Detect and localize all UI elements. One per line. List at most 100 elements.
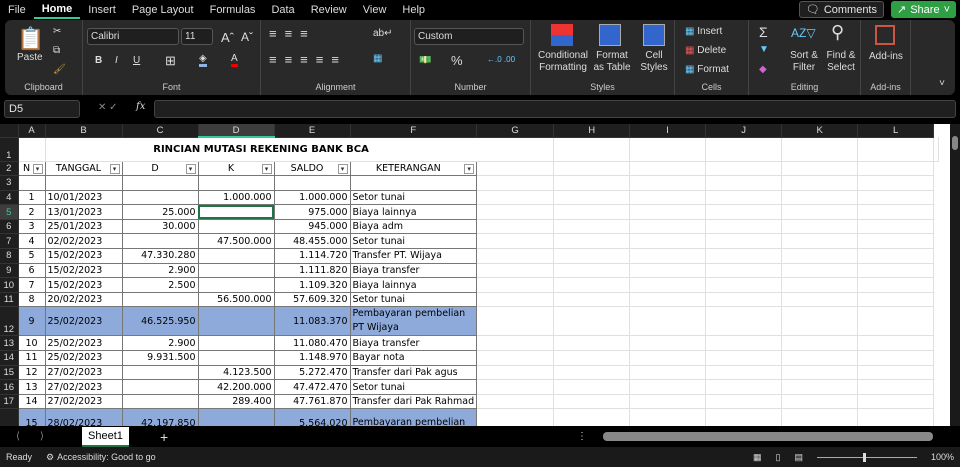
format-table-icon[interactable] bbox=[599, 24, 621, 46]
table-cell[interactable]: 13 bbox=[17, 379, 46, 395]
table-cell[interactable] bbox=[17, 175, 46, 191]
table-cell[interactable]: 14 bbox=[17, 393, 46, 410]
decrease-font-icon[interactable]: Aˇ bbox=[241, 30, 253, 44]
cell-styles-button[interactable]: Cell Styles bbox=[637, 50, 671, 74]
filter-dropdown-icon[interactable]: ▾ bbox=[261, 163, 272, 174]
menu-view[interactable]: View bbox=[355, 4, 395, 16]
table-cell[interactable]: 4.123.500 bbox=[197, 364, 275, 381]
column-header-B[interactable]: B bbox=[45, 124, 123, 138]
table-cell[interactable]: Transfer dari Pak agus bbox=[349, 364, 478, 381]
table-cell[interactable]: Pembayaran pembelian bbox=[349, 408, 478, 426]
row-header[interactable]: 12 bbox=[0, 306, 19, 337]
table-cell[interactable] bbox=[349, 175, 478, 191]
row-header[interactable]: 7 bbox=[0, 233, 19, 250]
addins-icon[interactable] bbox=[875, 25, 895, 45]
name-box[interactable]: D5 bbox=[4, 100, 80, 118]
table-cell[interactable]: 30.000 bbox=[121, 218, 199, 235]
vertical-scrollbar[interactable] bbox=[950, 124, 960, 426]
table-cell[interactable] bbox=[121, 189, 199, 206]
copy-icon[interactable]: ⧉ bbox=[53, 45, 60, 56]
row-header[interactable]: 10 bbox=[0, 277, 19, 293]
table-cell[interactable]: 15/02/2023 bbox=[44, 277, 123, 293]
row-header[interactable]: 9 bbox=[0, 263, 19, 279]
table-cell[interactable]: 02/02/2023 bbox=[44, 233, 123, 250]
table-cell[interactable]: Biaya lainnya bbox=[349, 277, 478, 293]
filter-dropdown-icon[interactable]: ▾ bbox=[109, 163, 120, 174]
table-cell[interactable]: 11 bbox=[17, 350, 46, 366]
table-cell[interactable]: 11.080.470 bbox=[273, 335, 351, 352]
table-cell[interactable]: Biaya lainnya bbox=[349, 204, 478, 220]
page-layout-view-icon[interactable]: ▯ bbox=[776, 452, 781, 463]
vertical-align-icons[interactable]: ≡≡≡ bbox=[269, 26, 316, 41]
table-cell[interactable]: 6 bbox=[17, 262, 46, 279]
table-cell[interactable]: Transfer PT. Wijaya bbox=[349, 248, 478, 264]
format-painter-icon[interactable]: 🖌 bbox=[53, 64, 66, 75]
table-cell[interactable]: 25/02/2023 bbox=[44, 306, 123, 337]
menu-formulas[interactable]: Formulas bbox=[202, 4, 264, 16]
row-header[interactable]: 18 bbox=[0, 408, 19, 426]
table-cell[interactable] bbox=[197, 262, 275, 279]
filter-dropdown-icon[interactable]: ▾ bbox=[337, 163, 348, 174]
row-header[interactable]: 14 bbox=[0, 350, 19, 366]
table-cell[interactable]: 47.500.000 bbox=[197, 233, 275, 250]
table-cell[interactable]: 1.148.970 bbox=[273, 350, 351, 366]
table-cell[interactable]: 15/02/2023 bbox=[44, 248, 123, 264]
column-header-F[interactable]: F bbox=[350, 124, 478, 138]
row-header[interactable]: 3 bbox=[0, 175, 19, 191]
paste-icon[interactable]: 📋 bbox=[17, 26, 44, 52]
menu-review[interactable]: Review bbox=[303, 4, 355, 16]
merge-center-icon[interactable]: ▦ bbox=[373, 53, 382, 64]
table-cell[interactable]: 2 bbox=[17, 204, 46, 220]
column-header-J[interactable]: J bbox=[705, 124, 783, 138]
row-header[interactable]: 13 bbox=[0, 335, 19, 352]
table-cell[interactable]: 9.931.500 bbox=[121, 350, 199, 366]
table-cell[interactable]: 48.455.000 bbox=[273, 233, 351, 250]
table-cell[interactable] bbox=[197, 248, 275, 264]
conditional-formatting-icon[interactable] bbox=[551, 24, 573, 46]
horizontal-scrollbar[interactable] bbox=[603, 432, 933, 441]
normal-view-icon[interactable]: ▦ bbox=[753, 452, 762, 463]
sort-filter-button[interactable]: Sort & Filter bbox=[787, 50, 821, 74]
table-cell[interactable]: Setor tunai bbox=[349, 233, 478, 250]
table-cell[interactable] bbox=[121, 233, 199, 250]
accessibility-status[interactable]: Accessibility: Good to go bbox=[57, 452, 156, 462]
table-cell[interactable]: Biaya adm bbox=[349, 218, 478, 235]
table-cell[interactable]: 1.114.720 bbox=[273, 248, 351, 264]
cancel-confirm-icons[interactable]: ✕ ✓ bbox=[98, 102, 118, 113]
table-cell[interactable] bbox=[121, 175, 199, 191]
select-all[interactable] bbox=[0, 124, 19, 138]
table-cell[interactable]: 25.000 bbox=[121, 204, 199, 220]
table-cell[interactable]: Biaya transfer bbox=[349, 335, 478, 352]
table-cell[interactable]: 56.500.000 bbox=[197, 291, 275, 308]
menu-data[interactable]: Data bbox=[263, 4, 302, 16]
table-cell[interactable]: Setor tunai bbox=[349, 189, 478, 206]
spreadsheet-grid[interactable]: A B C D E F G H I J K L 1 RINCIAN MUTASI REKENING BAN… bbox=[0, 124, 950, 426]
row-header[interactable]: 5 bbox=[0, 204, 19, 220]
table-cell[interactable]: 42.200.000 bbox=[197, 379, 275, 395]
sheet-tab-sheet1[interactable]: Sheet1 bbox=[82, 427, 129, 447]
table-cell[interactable]: 8 bbox=[17, 291, 46, 308]
column-header-E[interactable]: E bbox=[274, 124, 351, 138]
table-cell[interactable]: 9 bbox=[17, 306, 46, 337]
column-header-G[interactable]: G bbox=[476, 124, 555, 138]
table-cell[interactable] bbox=[197, 350, 275, 366]
table-cell[interactable]: 5.272.470 bbox=[273, 364, 351, 381]
cut-icon[interactable]: ✂ bbox=[53, 26, 61, 37]
table-cell[interactable]: 27/02/2023 bbox=[44, 379, 123, 395]
table-cell[interactable]: 2.900 bbox=[121, 262, 199, 279]
prev-sheet-icon[interactable]: ⟨ bbox=[16, 431, 20, 442]
table-cell[interactable]: 1.111.820 bbox=[273, 262, 351, 279]
table-cell[interactable]: 10/01/2023 bbox=[44, 189, 123, 206]
table-cell[interactable]: 5.564.020 bbox=[273, 408, 351, 426]
autosum-icon[interactable]: Σ bbox=[759, 24, 768, 40]
table-cell[interactable] bbox=[44, 175, 123, 191]
table-cell[interactable] bbox=[197, 175, 275, 191]
column-header-K[interactable]: K bbox=[781, 124, 859, 138]
column-header-C[interactable]: C bbox=[122, 124, 199, 138]
row-header[interactable]: 8 bbox=[0, 248, 19, 264]
row-header[interactable]: 16 bbox=[0, 379, 19, 395]
table-cell[interactable] bbox=[197, 218, 275, 235]
table-cell[interactable]: 1 bbox=[17, 189, 46, 206]
table-cell[interactable]: 7 bbox=[17, 277, 46, 293]
find-select-button[interactable]: Find & Select bbox=[823, 50, 859, 74]
